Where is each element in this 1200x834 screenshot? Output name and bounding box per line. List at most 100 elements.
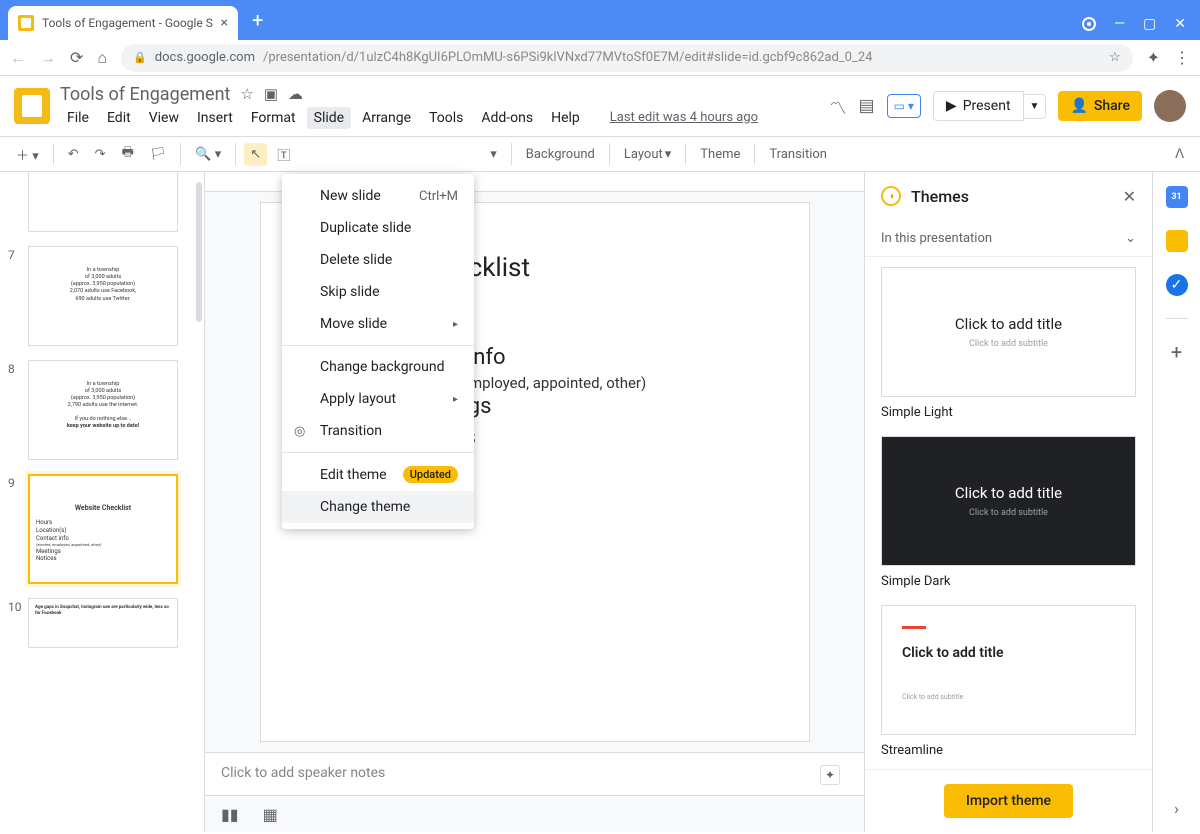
last-edit-link[interactable]: Last edit was 4 hours ago: [603, 107, 765, 129]
import-theme-button[interactable]: Import theme: [944, 784, 1073, 818]
filmstrip-scrollbar[interactable]: [196, 182, 202, 322]
toolbar: ＋ ▾ ↶ ↷ 🖶 🏳 🔍 ▾ ↖ 🅃 ▾ Background Layout …: [0, 136, 1200, 172]
browser-tab[interactable]: Tools of Engagement - Google Sl ×: [8, 6, 238, 40]
move-folder-icon[interactable]: ▣: [264, 85, 278, 103]
account-avatar[interactable]: [1154, 90, 1186, 122]
select-tool-icon[interactable]: ↖: [244, 143, 267, 166]
close-panel-icon[interactable]: ✕: [1123, 187, 1136, 206]
close-tab-icon[interactable]: ×: [221, 15, 228, 31]
undo-icon[interactable]: ↶: [62, 143, 85, 166]
share-button[interactable]: 👤 Share: [1058, 91, 1142, 121]
slide-filmstrip: @pewinternet 7 In a township of 3,000 ad…: [0, 172, 205, 832]
close-window-icon[interactable]: ✕: [1174, 16, 1186, 32]
paint-format-icon[interactable]: 🏳: [144, 143, 173, 166]
slides-logo-icon[interactable]: [14, 88, 50, 124]
collapse-toolbar-icon[interactable]: ᐱ: [1169, 143, 1190, 166]
theme-card-simple-dark[interactable]: Click to add title Click to add subtitle: [881, 436, 1136, 566]
activity-icon[interactable]: 〽: [830, 94, 847, 119]
cloud-status-icon[interactable]: ☁: [288, 85, 303, 103]
new-slide-button[interactable]: ＋ ▾: [10, 141, 45, 168]
background-button[interactable]: Background: [520, 143, 601, 166]
theme-card-simple-light[interactable]: Click to add title Click to add subtitle: [881, 267, 1136, 397]
side-rail: 31 ✓ + ›: [1152, 172, 1200, 832]
menu-arrange[interactable]: Arrange: [355, 107, 418, 129]
url-input[interactable]: 🔒 docs.google.com/presentation/d/1ulzC4h…: [121, 44, 1133, 72]
transition-button[interactable]: Transition: [763, 143, 833, 166]
explore-button-icon[interactable]: ✦: [820, 765, 840, 785]
theme-label: Simple Light: [881, 405, 1136, 420]
menu-apply-layout[interactable]: Apply layout▸: [282, 383, 474, 415]
extensions-icon[interactable]: ✦: [1147, 48, 1160, 67]
collapse-rail-icon[interactable]: ›: [1174, 799, 1179, 818]
menu-slide[interactable]: Slide: [307, 107, 351, 129]
chevron-down-icon: ⌄: [1125, 231, 1136, 246]
view-bar: ▮▮ ▦: [205, 795, 864, 832]
star-icon[interactable]: ☆: [240, 85, 253, 103]
speaker-notes[interactable]: Click to add speaker notes ✦: [205, 752, 864, 796]
slide-thumb-8[interactable]: In a township of 3,000 adults (approx. 3…: [28, 360, 178, 460]
menu-transition[interactable]: ◎Transition: [282, 415, 474, 447]
menu-duplicate-slide[interactable]: Duplicate slide: [282, 212, 474, 244]
browser-menu-icon[interactable]: ⋮: [1174, 48, 1190, 67]
window-controls: — ▢ ✕: [1082, 16, 1200, 40]
slide-thumb-7[interactable]: In a township of 3,000 adults (approx. 3…: [28, 246, 178, 346]
slide-thumb-10[interactable]: Age gaps in Snapchat, Instagram use are …: [28, 598, 178, 648]
document-title[interactable]: Tools of Engagement: [60, 84, 230, 105]
present-launch-button[interactable]: ▭ ▾: [887, 94, 921, 118]
filmstrip-view-icon[interactable]: ▮▮: [221, 805, 239, 824]
menu-new-slide[interactable]: New slideCtrl+M: [282, 180, 474, 212]
menu-tools[interactable]: Tools: [422, 107, 470, 129]
slide-menu-dropdown: New slideCtrl+M Duplicate slide Delete s…: [282, 174, 474, 529]
new-tab-button[interactable]: +: [238, 8, 277, 32]
more-tools-dropdown[interactable]: ▾: [484, 143, 503, 166]
minimize-icon[interactable]: —: [1114, 16, 1125, 32]
menu-help[interactable]: Help: [544, 107, 587, 129]
forward-icon[interactable]: →: [40, 48, 56, 68]
reload-icon[interactable]: ⟳: [70, 48, 83, 67]
maximize-icon[interactable]: ▢: [1143, 16, 1156, 32]
tab-title: Tools of Engagement - Google Sl: [42, 16, 213, 30]
menu-edit-theme[interactable]: Edit themeUpdated: [282, 458, 474, 491]
slide-number: 10: [8, 598, 22, 648]
lock-icon: 🔒: [133, 51, 147, 64]
themes-palette-icon: ◑: [881, 186, 901, 206]
menu-file[interactable]: File: [60, 107, 96, 129]
bookmark-star-icon[interactable]: ☆: [1109, 50, 1121, 65]
grid-view-icon[interactable]: ▦: [263, 805, 278, 824]
redo-icon[interactable]: ↷: [89, 143, 112, 166]
menu-addons[interactable]: Add-ons: [474, 107, 540, 129]
transition-icon: ◎: [294, 424, 305, 439]
present-dropdown[interactable]: ▼: [1024, 94, 1047, 119]
print-icon[interactable]: 🖶: [116, 139, 140, 169]
menu-format[interactable]: Format: [244, 107, 303, 129]
menu-skip-slide[interactable]: Skip slide: [282, 276, 474, 308]
comments-icon[interactable]: ▤: [859, 96, 875, 116]
textbox-tool-icon[interactable]: 🅃: [271, 141, 296, 168]
calendar-icon[interactable]: 31: [1166, 186, 1188, 208]
theme-card-streamline[interactable]: Click to add title Click to add subtitle: [881, 605, 1136, 735]
themes-title: Themes: [911, 187, 1113, 206]
slide-thumb-6[interactable]: @pewinternet: [28, 172, 178, 232]
menu-insert[interactable]: Insert: [190, 107, 240, 129]
home-icon[interactable]: ⌂: [97, 48, 107, 68]
menubar: File Edit View Insert Format Slide Arran…: [60, 107, 765, 129]
address-bar: ← → ⟳ ⌂ 🔒 docs.google.com/presentation/d…: [0, 40, 1200, 76]
menu-change-theme[interactable]: Change theme: [282, 491, 474, 523]
add-sidebar-icon[interactable]: +: [1166, 341, 1188, 363]
menu-edit[interactable]: Edit: [100, 107, 138, 129]
keep-icon[interactable]: [1166, 230, 1188, 252]
present-button[interactable]: ▶ Present: [933, 91, 1024, 121]
layout-button[interactable]: Layout ▾: [618, 143, 677, 166]
menu-delete-slide[interactable]: Delete slide: [282, 244, 474, 276]
slide-number: 9: [8, 474, 22, 584]
tasks-icon[interactable]: ✓: [1166, 274, 1188, 296]
menu-view[interactable]: View: [142, 107, 186, 129]
themes-section-header[interactable]: In this presentation ⌄: [865, 221, 1152, 257]
account-indicator-icon[interactable]: [1082, 17, 1096, 31]
menu-move-slide[interactable]: Move slide▸: [282, 308, 474, 340]
menu-change-background[interactable]: Change background: [282, 351, 474, 383]
zoom-button[interactable]: 🔍 ▾: [189, 143, 227, 166]
back-icon[interactable]: ←: [10, 48, 26, 68]
slide-thumb-9-selected[interactable]: Website Checklist Hours Location(s) Cont…: [28, 474, 178, 584]
theme-button[interactable]: Theme: [694, 143, 746, 166]
